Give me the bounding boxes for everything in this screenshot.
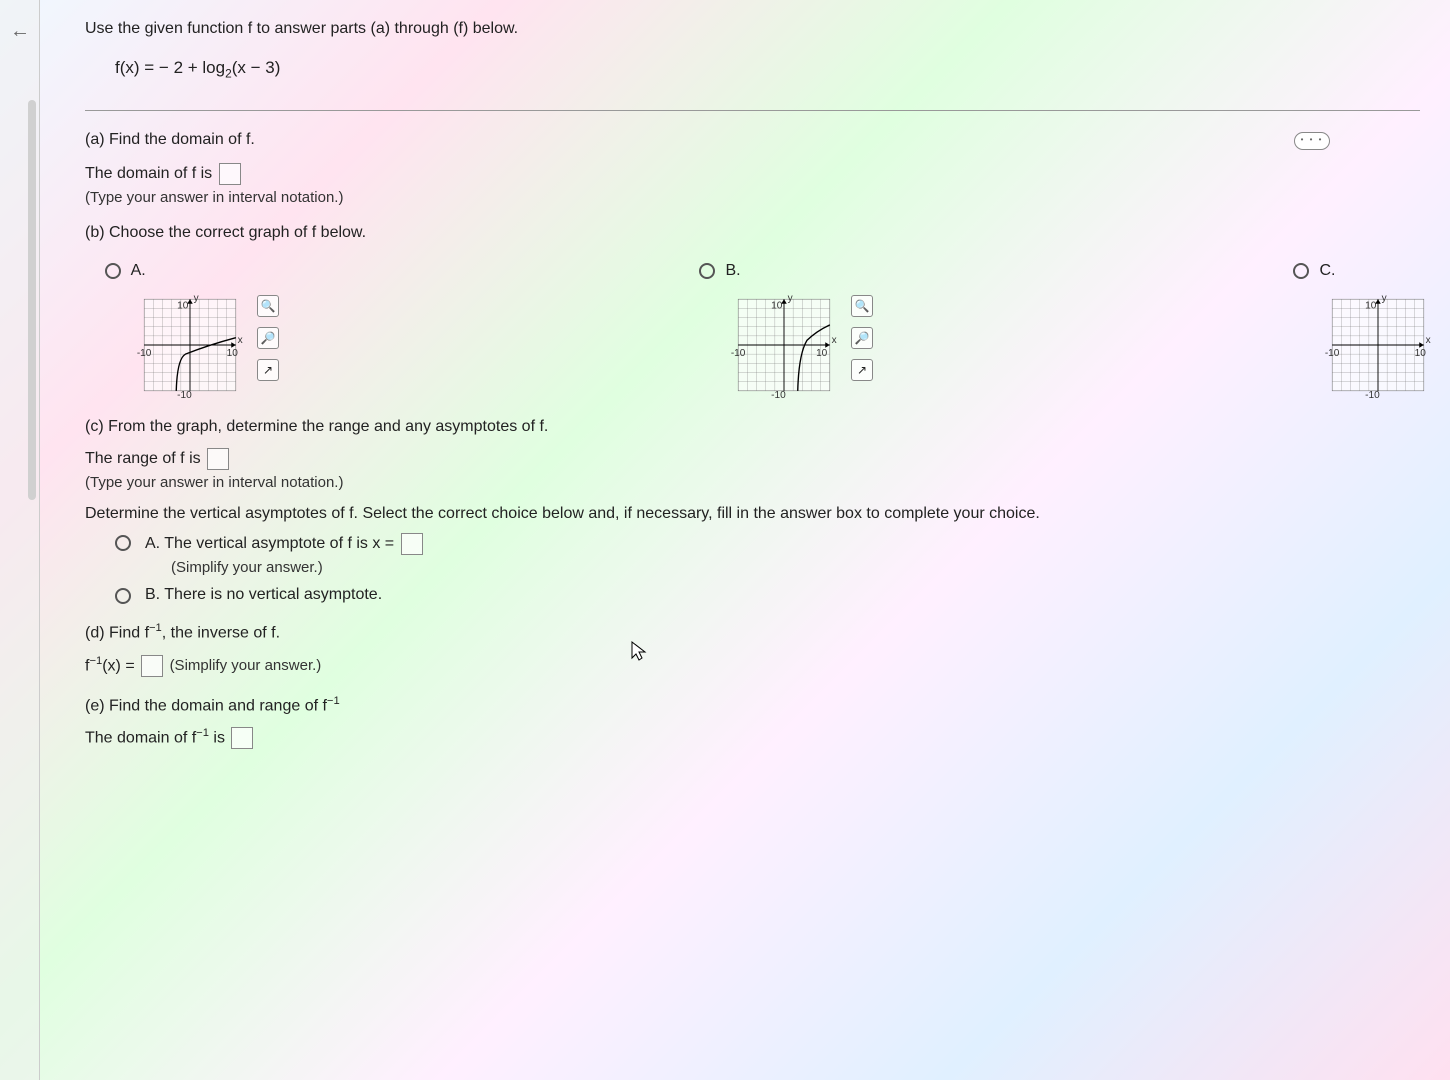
part-a-label: (a) Find the domain of f. bbox=[85, 131, 1420, 149]
svg-text:-10: -10 bbox=[1325, 348, 1340, 359]
radio-a[interactable] bbox=[105, 263, 121, 279]
svg-text:-10: -10 bbox=[137, 348, 152, 359]
part-d-sup: −1 bbox=[149, 622, 162, 634]
radio-c[interactable] bbox=[1293, 263, 1309, 279]
inv-domain-input[interactable] bbox=[231, 727, 253, 749]
zoom-out-icon[interactable]: 🔎 bbox=[851, 327, 873, 349]
log-base: 2 bbox=[225, 66, 232, 80]
inverse-hint: (Simplify your answer.) bbox=[170, 657, 322, 674]
svg-text:x: x bbox=[832, 336, 837, 347]
question-content: Use the given function f to answer parts… bbox=[55, 0, 1450, 787]
inverse-input[interactable] bbox=[141, 655, 163, 677]
graph-b: y x 10 10 -10 -10 bbox=[729, 290, 839, 400]
svg-text:10: 10 bbox=[1365, 301, 1377, 312]
radio-asym-b[interactable] bbox=[115, 588, 131, 604]
svg-text:x: x bbox=[1426, 336, 1431, 347]
inverse-eq-mid: (x) = bbox=[102, 657, 139, 674]
asym-value-input[interactable] bbox=[401, 533, 423, 555]
svg-text:-10: -10 bbox=[731, 348, 746, 359]
graph-a: y x 10 10 -10 -10 bbox=[135, 290, 245, 400]
part-d-pre: (d) Find f bbox=[85, 625, 149, 642]
svg-text:10: 10 bbox=[771, 301, 783, 312]
formula-suffix: (x − 3) bbox=[232, 58, 281, 77]
part-b: (b) Choose the correct graph of f below.… bbox=[85, 224, 1420, 400]
part-a: (a) Find the domain of f. The domain of … bbox=[85, 131, 1420, 206]
formula-prefix: f(x) = − 2 + log bbox=[115, 58, 225, 77]
part-d-post: , the inverse of f. bbox=[162, 625, 280, 642]
part-e: (e) Find the domain and range of f−1 The… bbox=[85, 695, 1420, 749]
scrollbar[interactable] bbox=[28, 100, 36, 500]
cursor-icon bbox=[630, 640, 650, 664]
more-button[interactable]: • • • bbox=[1294, 132, 1330, 150]
choice-c: C. y bbox=[1293, 262, 1433, 400]
svg-text:10: 10 bbox=[227, 348, 239, 359]
collapse-arrow-icon[interactable]: ← bbox=[10, 20, 30, 43]
choice-a-label: A. bbox=[131, 262, 146, 279]
intro-text: Use the given function f to answer parts… bbox=[85, 20, 1420, 38]
domain-input[interactable] bbox=[219, 163, 241, 185]
choice-a: A. bbox=[105, 262, 279, 400]
divider bbox=[85, 110, 1420, 111]
choice-b-label: B. bbox=[725, 262, 740, 279]
zoom-in-icon[interactable]: 🔍 bbox=[851, 295, 873, 317]
svg-text:x: x bbox=[238, 336, 243, 347]
graph-choices: A. bbox=[105, 262, 1420, 400]
range-hint: (Type your answer in interval notation.) bbox=[85, 474, 1420, 491]
svg-text:-10: -10 bbox=[771, 391, 786, 401]
inverse-eq-sup: −1 bbox=[89, 655, 102, 667]
left-sidebar: ← bbox=[0, 0, 40, 1080]
graph-c: y x 10 10 -10 -10 bbox=[1323, 290, 1433, 400]
zoom-out-icon[interactable]: 🔎 bbox=[257, 327, 279, 349]
svg-text:-10: -10 bbox=[1365, 391, 1380, 401]
asym-b-text: B. There is no vertical asymptote. bbox=[145, 586, 382, 604]
inv-domain-post: is bbox=[209, 729, 229, 746]
part-c: (c) From the graph, determine the range … bbox=[85, 418, 1420, 604]
svg-text:10: 10 bbox=[816, 348, 828, 359]
inv-domain-pre: The domain of f bbox=[85, 729, 196, 746]
part-d: (d) Find f−1, the inverse of f. f−1(x) =… bbox=[85, 622, 1420, 676]
range-input[interactable] bbox=[207, 448, 229, 470]
asym-choice-a: A. The vertical asymptote of f is x = (S… bbox=[115, 533, 1420, 576]
part-c-label: (c) From the graph, determine the range … bbox=[85, 418, 1420, 436]
svg-text:10: 10 bbox=[1415, 348, 1427, 359]
asym-a-text: A. The vertical asymptote of f is x = bbox=[145, 536, 399, 553]
svg-text:10: 10 bbox=[177, 301, 189, 312]
choice-b: B. bbox=[699, 262, 873, 400]
choice-c-label: C. bbox=[1319, 262, 1335, 279]
function-formula: f(x) = − 2 + log2(x − 3) bbox=[115, 58, 1420, 80]
zoom-in-icon[interactable]: 🔍 bbox=[257, 295, 279, 317]
inv-domain-sup: −1 bbox=[196, 727, 209, 739]
part-e-pre: (e) Find the domain and range of f bbox=[85, 697, 327, 714]
radio-b[interactable] bbox=[699, 263, 715, 279]
part-e-sup: −1 bbox=[327, 695, 340, 707]
svg-text:-10: -10 bbox=[177, 391, 192, 401]
radio-asym-a[interactable] bbox=[115, 535, 131, 551]
asym-choice-b: B. There is no vertical asymptote. bbox=[115, 586, 1420, 604]
asymptote-prompt: Determine the vertical asymptotes of f. … bbox=[85, 505, 1420, 523]
expand-icon[interactable]: ↗ bbox=[851, 359, 873, 381]
domain-hint: (Type your answer in interval notation.) bbox=[85, 189, 1420, 206]
asym-a-hint: (Simplify your answer.) bbox=[171, 559, 425, 576]
expand-icon[interactable]: ↗ bbox=[257, 359, 279, 381]
domain-prompt: The domain of f is bbox=[85, 166, 217, 183]
range-prompt: The range of f is bbox=[85, 451, 205, 468]
part-b-label: (b) Choose the correct graph of f below. bbox=[85, 224, 1420, 242]
